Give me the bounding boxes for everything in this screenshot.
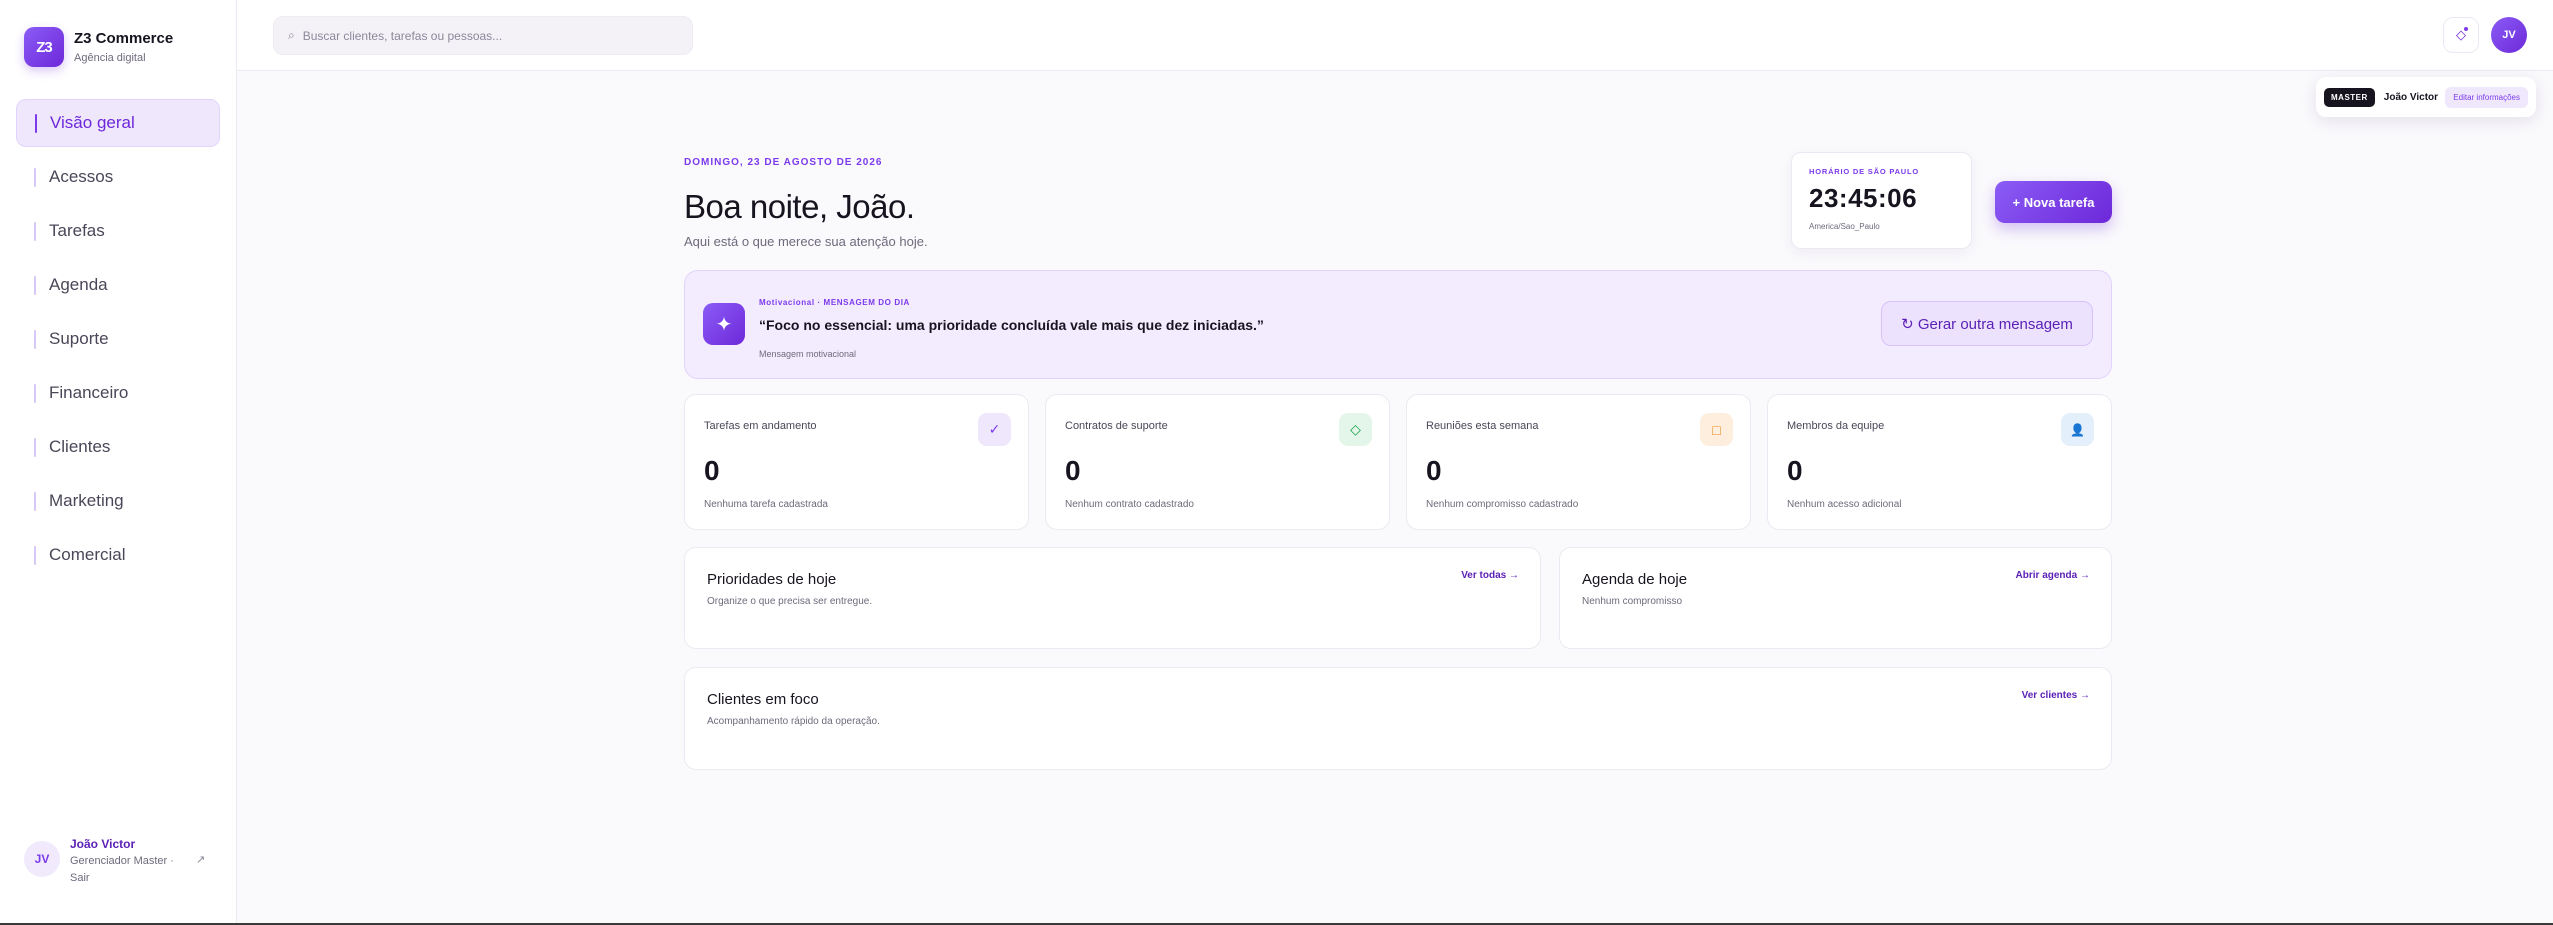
user-footer: JV João Victor Gerenciador Master · Sair…	[24, 837, 224, 887]
nav-indicator	[34, 329, 36, 349]
view-clients-link[interactable]: Ver clientes →	[2022, 690, 2090, 701]
notifications-button[interactable]: ◇	[2443, 17, 2479, 53]
sidebar-item-label: Financeiro	[49, 383, 129, 402]
stat-value: 0	[1787, 455, 1803, 486]
sidebar-item-clientes[interactable]: Clientes	[16, 423, 220, 471]
stat-label: Tarefas em andamento	[704, 420, 817, 432]
priorities-panel: Prioridades de hoje Organize o que preci…	[684, 547, 1541, 649]
sidebar-item-label: Suporte	[49, 329, 109, 348]
search-icon: ⌕	[288, 28, 295, 42]
sidebar-item-label: Clientes	[49, 437, 111, 456]
person-icon: 👤	[2061, 413, 2094, 446]
stat-card-contracts[interactable]: Contratos de suporte 0 Nenhum contrato c…	[1045, 394, 1390, 530]
nav-indicator	[34, 167, 36, 187]
current-date: DOMINGO, 23 DE AGOSTO DE 2026	[684, 157, 883, 168]
nav-indicator	[34, 275, 36, 295]
clients-panel: Clientes em foco Acompanhamento rápido d…	[684, 667, 2112, 770]
motivation-card: ✦ Motivacional · MENSAGEM DO DIA “Foco n…	[684, 270, 2112, 379]
stat-label: Contratos de suporte	[1065, 420, 1168, 432]
sidebar-item-label: Agenda	[49, 275, 108, 294]
topbar: ⌕ ◇ JV	[237, 0, 2553, 71]
open-agenda-link[interactable]: Abrir agenda →	[2016, 570, 2090, 581]
stat-note: Nenhum acesso adicional	[1787, 499, 1902, 510]
sidebar-item-acessos[interactable]: Acessos	[16, 153, 220, 201]
profile-popover: MASTER João Victor Editar informações	[2316, 77, 2536, 117]
brand-logo: Z3	[24, 27, 64, 67]
sidebar-item-comercial[interactable]: Comercial	[16, 531, 220, 579]
page-title: Boa noite, João.	[684, 188, 915, 225]
avatar: JV	[24, 841, 60, 877]
stat-label: Membros da equipe	[1787, 420, 1885, 432]
sidebar-item-visao-geral[interactable]: Visão geral	[16, 99, 220, 147]
stat-label: Reuniões esta semana	[1426, 420, 1539, 432]
sidebar-item-agenda[interactable]: Agenda	[16, 261, 220, 309]
panel-subtitle: Nenhum compromisso	[1582, 596, 1683, 607]
nav-indicator	[34, 491, 36, 511]
edit-profile-button[interactable]: Editar informações	[2445, 86, 2528, 108]
motivation-quote: “Foco no essencial: uma prioridade concl…	[759, 317, 1264, 333]
stat-card-team[interactable]: Membros da equipe 0 Nenhum acesso adicio…	[1767, 394, 2112, 530]
clock-label: HORÁRIO DE SÃO PAULO	[1809, 167, 1920, 176]
nav-indicator	[34, 437, 36, 457]
sidebar-item-label: Acessos	[49, 167, 114, 186]
panel-title: Prioridades de hoje	[707, 571, 837, 588]
profile-name: João Victor	[2383, 91, 2439, 103]
sidebar-item-marketing[interactable]: Marketing	[16, 477, 220, 525]
clock-card: HORÁRIO DE SÃO PAULO 23:45:06 America/Sa…	[1791, 152, 1972, 249]
stat-value: 0	[1065, 455, 1081, 486]
stat-value: 0	[704, 455, 720, 486]
motivation-caption: Mensagem motivacional	[759, 349, 857, 359]
role-badge: MASTER	[2324, 87, 2375, 107]
agenda-panel: Agenda de hoje Nenhum compromisso Abrir …	[1559, 547, 2112, 649]
stat-note: Nenhuma tarefa cadastrada	[704, 499, 828, 510]
panel-subtitle: Organize o que precisa ser entregue.	[707, 596, 873, 607]
nav-indicator	[34, 221, 36, 241]
stat-card-tasks[interactable]: Tarefas em andamento 0 Nenhuma tarefa ca…	[684, 394, 1029, 530]
motivation-eyebrow: Motivacional · MENSAGEM DO DIA	[759, 298, 910, 307]
search-bar[interactable]: ⌕	[273, 16, 693, 55]
external-link-icon[interactable]: ↗	[196, 853, 205, 866]
nav-indicator	[34, 383, 36, 403]
notification-dot	[2464, 27, 2468, 31]
sidebar: Z3 Z3 Commerce Agência digital Visão ger…	[0, 0, 237, 925]
check-icon: ✓	[978, 413, 1011, 446]
new-task-button[interactable]: + Nova tarefa	[1995, 181, 2112, 223]
stat-note: Nenhum compromisso cadastrado	[1426, 499, 1579, 510]
diamond-icon: ◇	[1339, 413, 1372, 446]
user-role-logout[interactable]: Gerenciador Master · Sair	[70, 853, 190, 887]
view-all-link[interactable]: Ver todas →	[1461, 570, 1519, 581]
stat-note: Nenhum contrato cadastrado	[1065, 499, 1194, 510]
panel-title: Clientes em foco	[707, 691, 819, 708]
sidebar-item-financeiro[interactable]: Financeiro	[16, 369, 220, 417]
calendar-icon: □	[1700, 413, 1733, 446]
stat-card-meetings[interactable]: Reuniões esta semana 0 Nenhum compromiss…	[1406, 394, 1751, 530]
sidebar-item-label: Tarefas	[49, 221, 105, 240]
sparkle-icon: ✦	[703, 303, 745, 345]
sidebar-item-label: Visão geral	[50, 113, 135, 132]
sidebar-item-suporte[interactable]: Suporte	[16, 315, 220, 363]
nav-indicator	[34, 545, 36, 565]
search-input[interactable]	[302, 28, 663, 43]
clock-time: 23:45:06	[1809, 183, 1918, 213]
brand[interactable]: Z3 Z3 Commerce Agência digital	[24, 27, 173, 67]
sidebar-item-label: Comercial	[49, 545, 126, 564]
sidebar-item-tarefas[interactable]: Tarefas	[16, 207, 220, 255]
panel-subtitle: Acompanhamento rápido da operação.	[707, 716, 880, 727]
brand-subtitle: Agência digital	[74, 52, 146, 64]
sidebar-nav: Visão geral Acessos Tarefas Agenda Supor…	[16, 99, 220, 585]
user-name: João Victor	[70, 837, 136, 851]
profile-avatar-button[interactable]: JV	[2491, 17, 2527, 53]
sidebar-item-label: Marketing	[49, 491, 124, 510]
panel-title: Agenda de hoje	[1582, 571, 1688, 588]
stat-value: 0	[1426, 455, 1442, 486]
nav-indicator	[35, 113, 37, 133]
page-subtitle: Aqui está o que merece sua atenção hoje.	[684, 234, 928, 249]
brand-name: Z3 Commerce	[74, 30, 174, 47]
generate-message-button[interactable]: ↻ Gerar outra mensagem	[1881, 301, 2093, 346]
clock-timezone: America/Sao_Paulo	[1809, 222, 1880, 231]
